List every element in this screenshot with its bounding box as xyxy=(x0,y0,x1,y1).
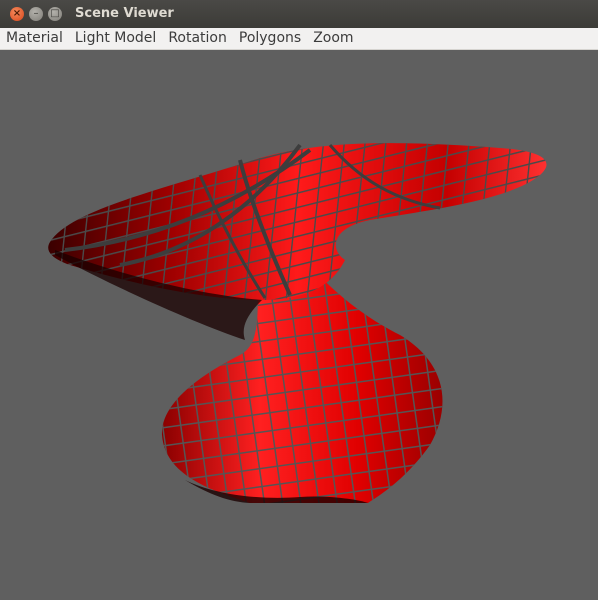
menu-rotation[interactable]: Rotation xyxy=(162,28,233,49)
rendered-surface xyxy=(48,143,547,503)
scene-viewer-window: × – □ Scene Viewer Material Light Model … xyxy=(0,0,598,600)
title-bar[interactable]: × – □ Scene Viewer xyxy=(0,0,598,28)
maximize-icon[interactable]: □ xyxy=(48,7,62,21)
menu-bar: Material Light Model Rotation Polygons Z… xyxy=(0,28,598,50)
menu-material[interactable]: Material xyxy=(0,28,69,49)
menu-light-model[interactable]: Light Model xyxy=(69,28,162,49)
close-icon[interactable]: × xyxy=(10,7,24,21)
minimize-icon[interactable]: – xyxy=(29,7,43,21)
menu-zoom[interactable]: Zoom xyxy=(307,28,359,49)
menu-polygons[interactable]: Polygons xyxy=(233,28,307,49)
window-title: Scene Viewer xyxy=(75,6,174,21)
gl-viewport[interactable] xyxy=(0,50,598,600)
